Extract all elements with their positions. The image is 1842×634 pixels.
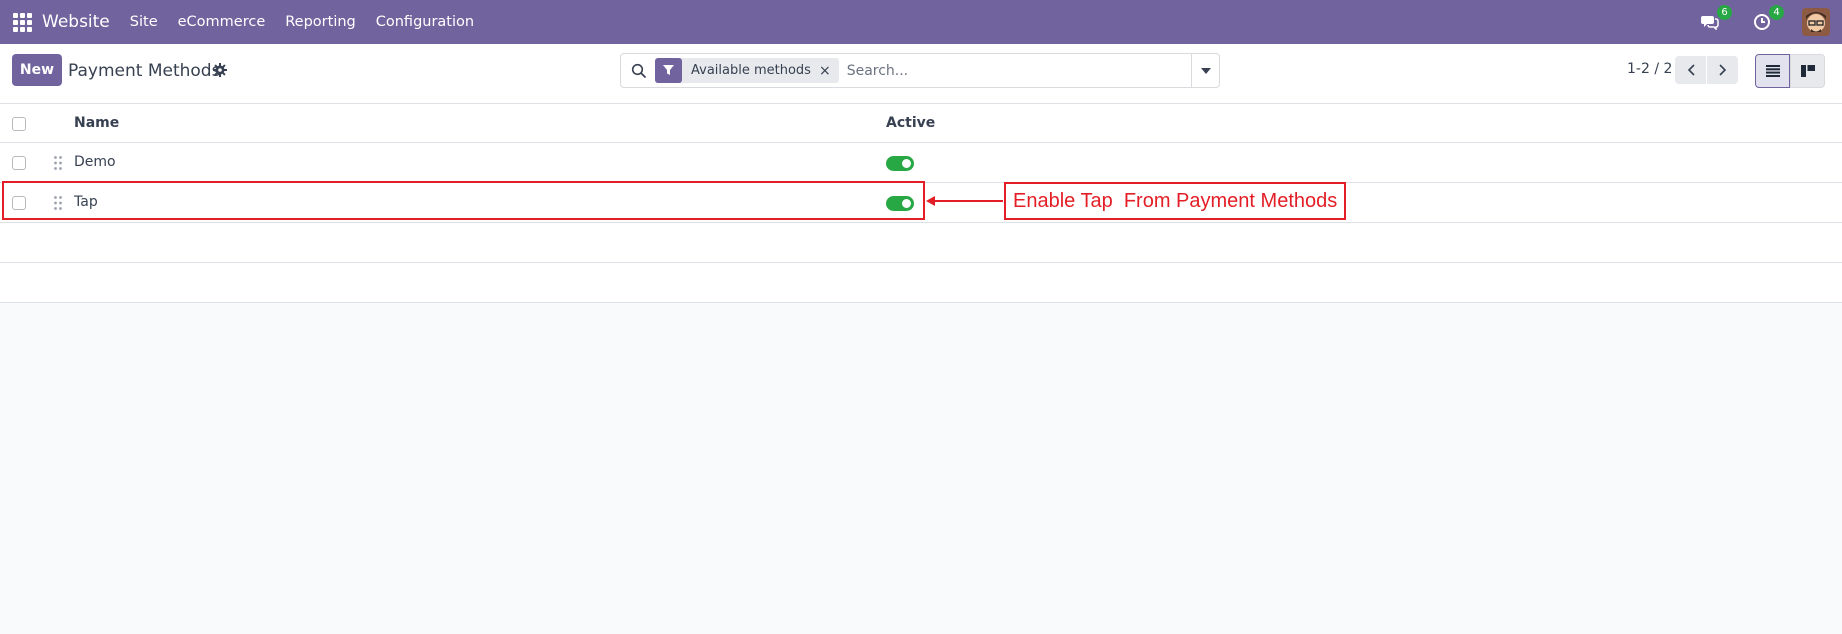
list-view-button[interactable] — [1755, 54, 1790, 88]
top-navbar: Website Site eCommerce Reporting Configu… — [0, 0, 1842, 44]
facet-label: Available methods — [691, 63, 811, 78]
search-facet: Available methods × — [655, 58, 839, 83]
apps-icon[interactable] — [12, 12, 32, 32]
menu-item-reporting[interactable]: Reporting — [285, 14, 356, 30]
activities-count-badge: 4 — [1769, 5, 1784, 20]
facet-remove-button[interactable]: × — [819, 63, 839, 79]
search-bar: Available methods × — [620, 53, 1220, 88]
list-view-icon — [1765, 65, 1780, 77]
navbar-systray: 6 4 — [1698, 0, 1842, 44]
activities-button[interactable]: 4 — [1750, 5, 1784, 34]
drag-handle-icon[interactable] — [53, 155, 63, 171]
annotation-highlight-box — [2, 181, 925, 220]
gear-icon[interactable] — [212, 62, 228, 78]
kanban-view-button[interactable] — [1790, 54, 1825, 88]
chevron-left-icon — [1687, 64, 1695, 76]
menu-item-ecommerce[interactable]: eCommerce — [178, 14, 266, 30]
new-button[interactable]: New — [12, 54, 62, 86]
user-avatar[interactable] — [1802, 8, 1830, 36]
annotation-arrow-icon — [926, 196, 1003, 206]
table-row[interactable]: Demo — [0, 143, 1842, 183]
messages-button[interactable]: 6 — [1698, 5, 1732, 34]
caret-down-icon — [1200, 67, 1211, 74]
messages-count-badge: 6 — [1717, 5, 1732, 20]
app-brand[interactable]: Website — [42, 12, 110, 32]
chevron-right-icon — [1718, 64, 1726, 76]
select-all-checkbox[interactable] — [12, 117, 26, 131]
activity-clock-icon — [1754, 14, 1770, 30]
search-input[interactable] — [846, 62, 1202, 79]
search-options-toggle[interactable] — [1191, 54, 1219, 87]
empty-row — [0, 263, 1842, 303]
control-panel: New Payment Methods Available methods × — [0, 44, 1842, 104]
column-header-active[interactable]: Active — [886, 115, 935, 131]
list-header: Name Active — [0, 104, 1842, 143]
empty-row — [0, 223, 1842, 263]
filter-icon — [655, 58, 682, 83]
page-title[interactable]: Payment Methods — [68, 61, 220, 81]
pager-previous-button[interactable] — [1675, 56, 1706, 84]
menu-item-configuration[interactable]: Configuration — [376, 14, 474, 30]
row-checkbox[interactable] — [12, 156, 26, 170]
search-icon — [631, 63, 647, 78]
pager-value[interactable]: 1-2 / 2 — [1627, 61, 1672, 77]
pager-next-button[interactable] — [1707, 56, 1738, 84]
menu-item-site[interactable]: Site — [130, 14, 158, 30]
messages-icon — [1701, 16, 1719, 30]
column-header-name[interactable]: Name — [74, 115, 119, 131]
kanban-view-icon — [1800, 65, 1815, 77]
annotation-label: Enable Tap From Payment Methods — [1004, 182, 1347, 220]
active-toggle[interactable] — [886, 156, 914, 171]
row-name-cell: Demo — [74, 154, 116, 170]
